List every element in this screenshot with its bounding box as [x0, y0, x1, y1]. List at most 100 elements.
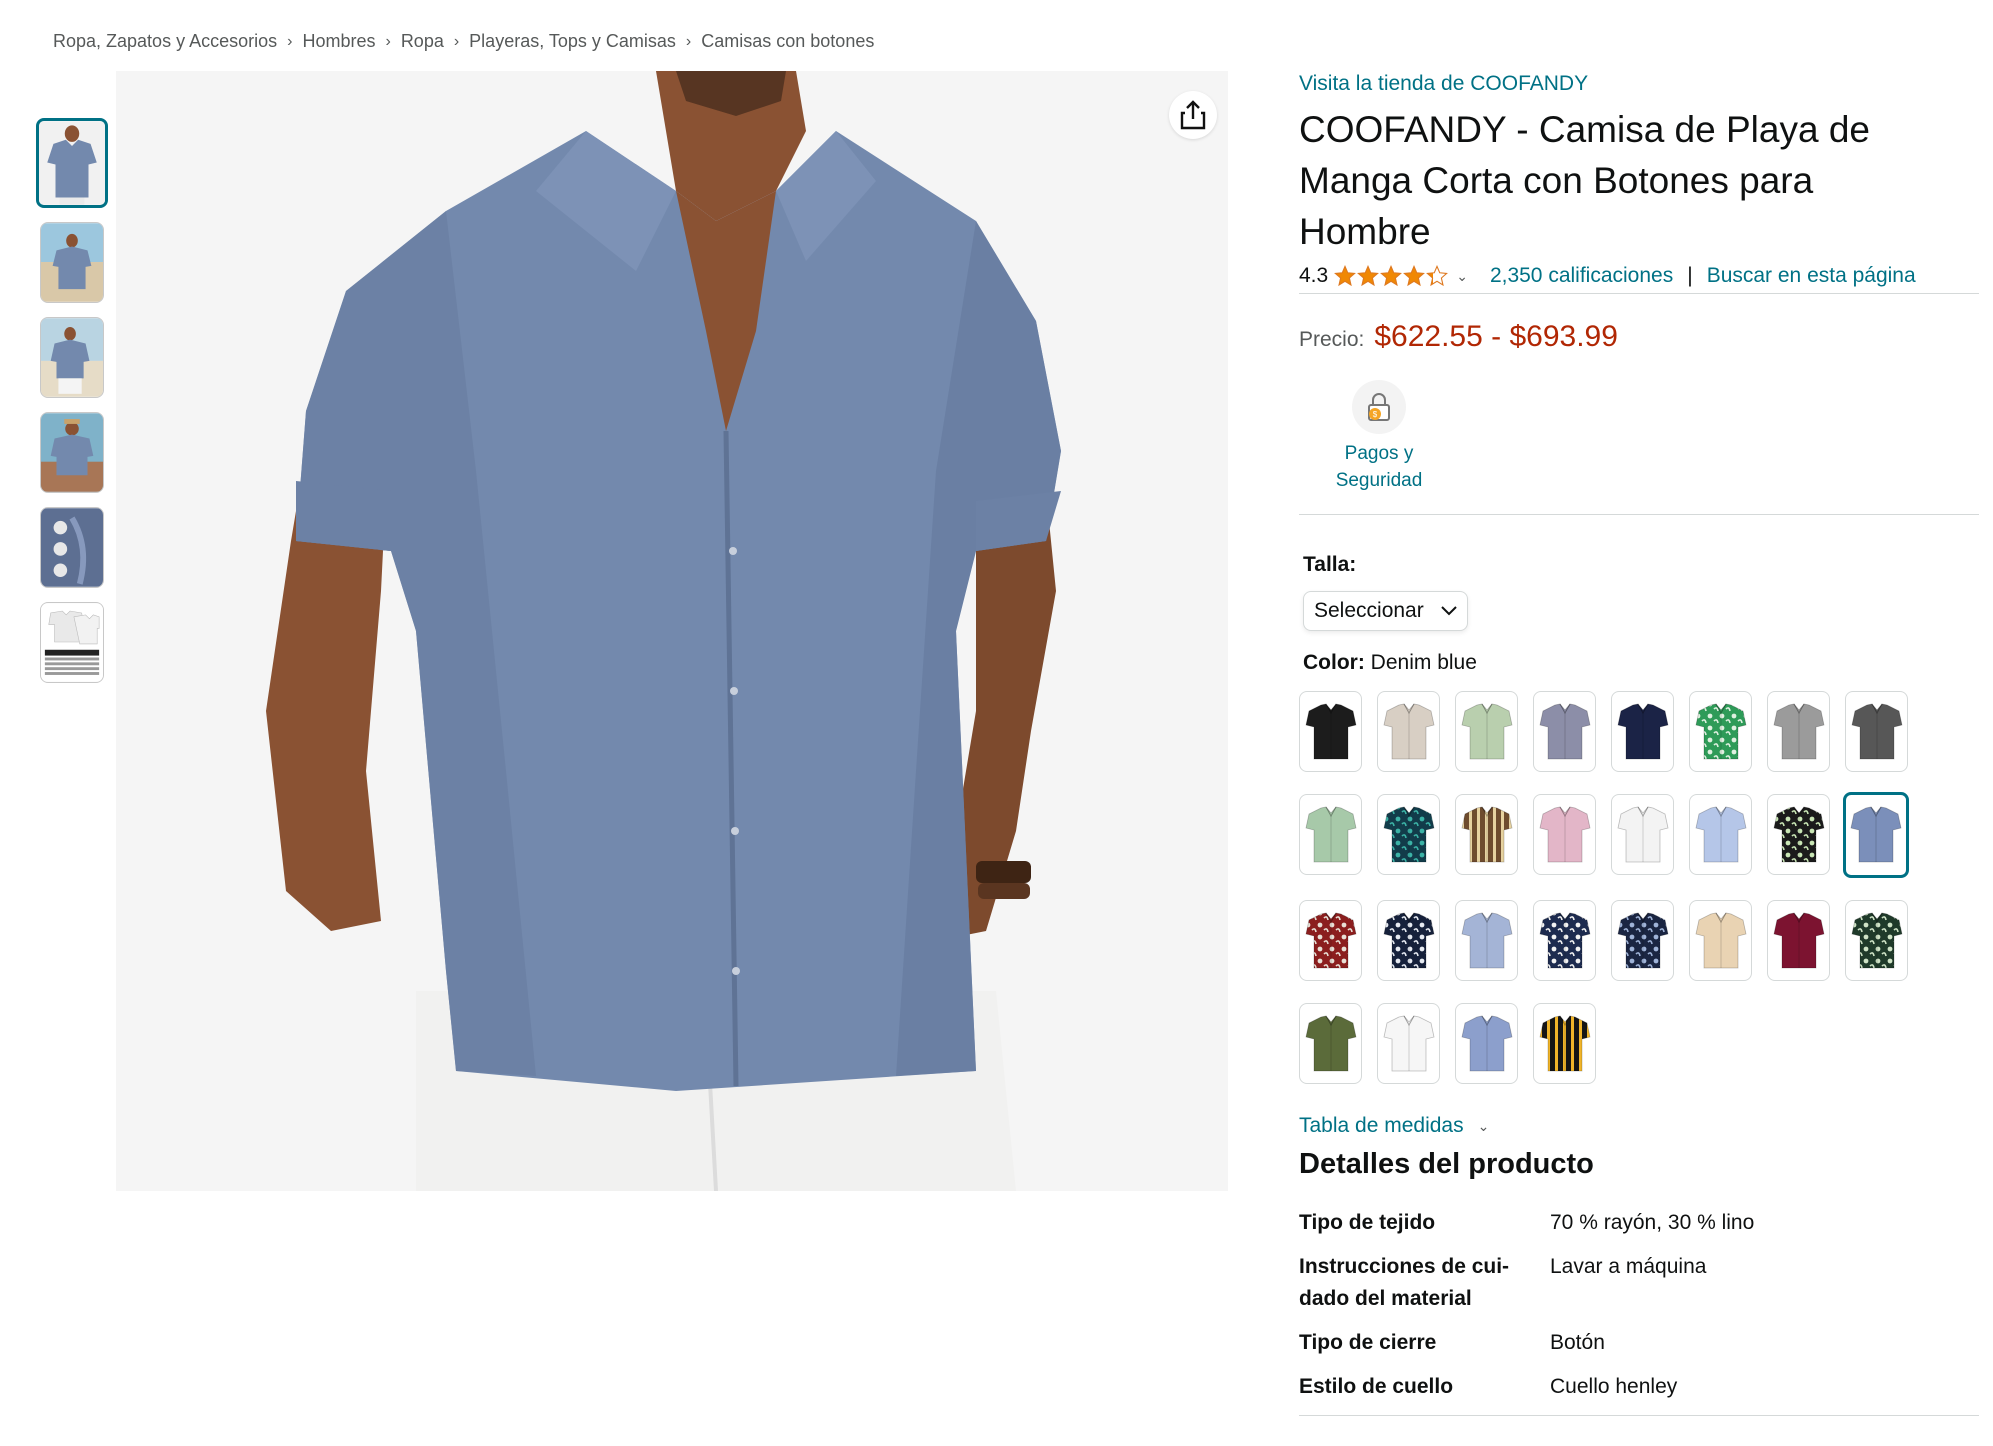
color-swatch-black-leaf[interactable] — [1767, 794, 1830, 875]
shirt-icon — [1539, 806, 1590, 862]
thumbnail-beach-1[interactable] — [40, 222, 104, 303]
detail-key: Tipo de cierre — [1299, 1331, 1437, 1354]
color-swatch-pink[interactable] — [1533, 794, 1596, 875]
lock-icon: $ — [1352, 380, 1406, 434]
chevron-down-icon[interactable]: ⌄ — [1456, 268, 1468, 285]
color-label-title: Color: — [1303, 651, 1365, 674]
color-swatch-sage-green[interactable] — [1455, 691, 1518, 772]
product-info-panel: Visita la tienda de COOFANDY COOFANDY - … — [1299, 72, 1979, 1416]
detail-value: 70 % rayón, 30 % lino — [1550, 1211, 1755, 1234]
thumbnail-buttons-detail[interactable] — [40, 507, 104, 588]
color-swatch-beige[interactable] — [1689, 900, 1752, 981]
shirt-icon — [1695, 806, 1746, 862]
divider — [1299, 293, 1979, 294]
detail-key: Estilo de cuello — [1299, 1375, 1454, 1398]
shirt-icon — [1461, 703, 1512, 759]
detail-row: Tipo de cierre Botón — [1299, 1327, 1979, 1359]
shirt-icon — [1695, 703, 1746, 759]
breadcrumb-item[interactable]: Hombres — [302, 31, 375, 52]
shirt-icon — [1617, 912, 1668, 968]
thumbnail-size-chart[interactable] — [40, 602, 104, 683]
breadcrumb-item[interactable]: Ropa, Zapatos y Accesorios — [53, 31, 277, 52]
color-swatch-stripes-brown[interactable] — [1455, 794, 1518, 875]
detail-row: Tipo de tejido 70 % rayón, 30 % lino — [1299, 1207, 1979, 1239]
color-swatch-navy-floral[interactable] — [1377, 900, 1440, 981]
color-swatch-olive[interactable] — [1299, 1003, 1362, 1084]
star-icon — [1334, 265, 1357, 287]
color-selected-value: Denim blue — [1370, 651, 1477, 674]
color-swatch-navy-white-floral[interactable] — [1533, 900, 1596, 981]
divider — [1299, 1415, 1979, 1416]
color-swatch-teal-floral[interactable] — [1377, 794, 1440, 875]
product-title: COOFANDY - Camisa de Playa de Manga Cort… — [1299, 109, 1870, 252]
ratings-count-link[interactable]: 2,350 calificaciones — [1490, 264, 1673, 288]
color-swatch-mint[interactable] — [1299, 794, 1362, 875]
share-button[interactable] — [1169, 91, 1217, 139]
color-swatch-stripe-black[interactable] — [1533, 1003, 1596, 1084]
size-label: Talla: — [1303, 553, 1357, 576]
store-link[interactable]: Visita la tienda de COOFANDY — [1299, 72, 1979, 96]
shirt-icon — [1305, 806, 1356, 862]
breadcrumb-item[interactable]: Ropa — [401, 31, 444, 52]
breadcrumb-separator: › — [685, 32, 692, 50]
star-rating[interactable] — [1334, 265, 1449, 287]
color-swatch-grey-blue[interactable] — [1533, 691, 1596, 772]
detail-key: Instrucciones de cui-dado del material — [1299, 1255, 1510, 1310]
product-details-table: Tipo de tejido 70 % rayón, 30 % lino Instr… — [1299, 1207, 1979, 1403]
shirt-icon — [1539, 1015, 1590, 1071]
thumbnail-model-front[interactable] — [36, 118, 108, 208]
shirt-icon — [1539, 703, 1590, 759]
shirt-icon — [1773, 703, 1824, 759]
rating-value: 4.3 — [1299, 264, 1329, 287]
breadcrumb-item[interactable]: Camisas con botones — [701, 31, 874, 52]
product-photo — [116, 71, 1228, 1191]
shirt-icon — [1850, 806, 1902, 863]
color-swatch-burgundy[interactable] — [1767, 900, 1830, 981]
shirt-icon — [1773, 806, 1824, 862]
separator: | — [1687, 264, 1693, 287]
payments-security-button[interactable]: $ Pagos y Seguridad — [1309, 380, 1449, 494]
color-swatch-periwinkle[interactable] — [1455, 1003, 1518, 1084]
color-label: Color: Denim blue — [1303, 651, 1979, 675]
thumbnail-beach-3[interactable] — [40, 412, 104, 493]
main-product-image[interactable] — [116, 71, 1228, 1191]
shirt-icon — [1461, 912, 1512, 968]
color-swatch-white-2[interactable] — [1377, 1003, 1440, 1084]
price-label: Precio: — [1299, 328, 1365, 351]
size-chart-label: Tabla de medidas — [1299, 1114, 1464, 1137]
color-swatch-khaki[interactable] — [1377, 691, 1440, 772]
size-select[interactable]: Seleccionar — [1303, 591, 1468, 631]
size-chart-link[interactable]: Tabla de medidas ⌄ — [1299, 1114, 1979, 1138]
color-swatch-red-floral[interactable] — [1299, 900, 1362, 981]
color-swatch-light-grey[interactable] — [1767, 691, 1830, 772]
shirt-icon — [1461, 806, 1512, 862]
color-swatch-white[interactable] — [1611, 794, 1674, 875]
color-swatch-powder-blue[interactable] — [1455, 900, 1518, 981]
color-swatch-dark-grey[interactable] — [1845, 691, 1908, 772]
detail-value: Cuello henley — [1550, 1375, 1678, 1398]
thumbnail-beach-2[interactable] — [40, 317, 104, 398]
shirt-icon — [1851, 912, 1902, 968]
color-swatch-denim-blue[interactable] — [1843, 792, 1909, 878]
shirt-icon — [1383, 806, 1434, 862]
shirt-icon — [1383, 703, 1434, 759]
breadcrumb-item[interactable]: Playeras, Tops y Camisas — [469, 31, 676, 52]
search-page-link[interactable]: Buscar en esta página — [1707, 264, 1916, 288]
color-swatch-navy[interactable] — [1611, 691, 1674, 772]
color-swatch-green-leaf[interactable] — [1689, 691, 1752, 772]
rating-row: 4.3 ⌄ 2,350 calificaciones | Buscar en e… — [1299, 261, 1979, 291]
shirt-icon — [1383, 1015, 1434, 1071]
color-swatch-black[interactable] — [1299, 691, 1362, 772]
star-icon — [1357, 265, 1380, 287]
divider — [1299, 514, 1979, 515]
share-icon — [1180, 100, 1206, 130]
color-swatch-light-blue[interactable] — [1689, 794, 1752, 875]
chevron-down-icon: ⌄ — [1477, 1117, 1490, 1134]
details-title: Detalles del producto — [1299, 1148, 1594, 1180]
breadcrumb-separator: › — [453, 32, 460, 50]
detail-value: Botón — [1550, 1331, 1605, 1354]
color-swatch-green-floral[interactable] — [1845, 900, 1908, 981]
shirt-icon — [1617, 806, 1668, 862]
shirt-icon — [1383, 912, 1434, 968]
color-swatch-blue-floral[interactable] — [1611, 900, 1674, 981]
